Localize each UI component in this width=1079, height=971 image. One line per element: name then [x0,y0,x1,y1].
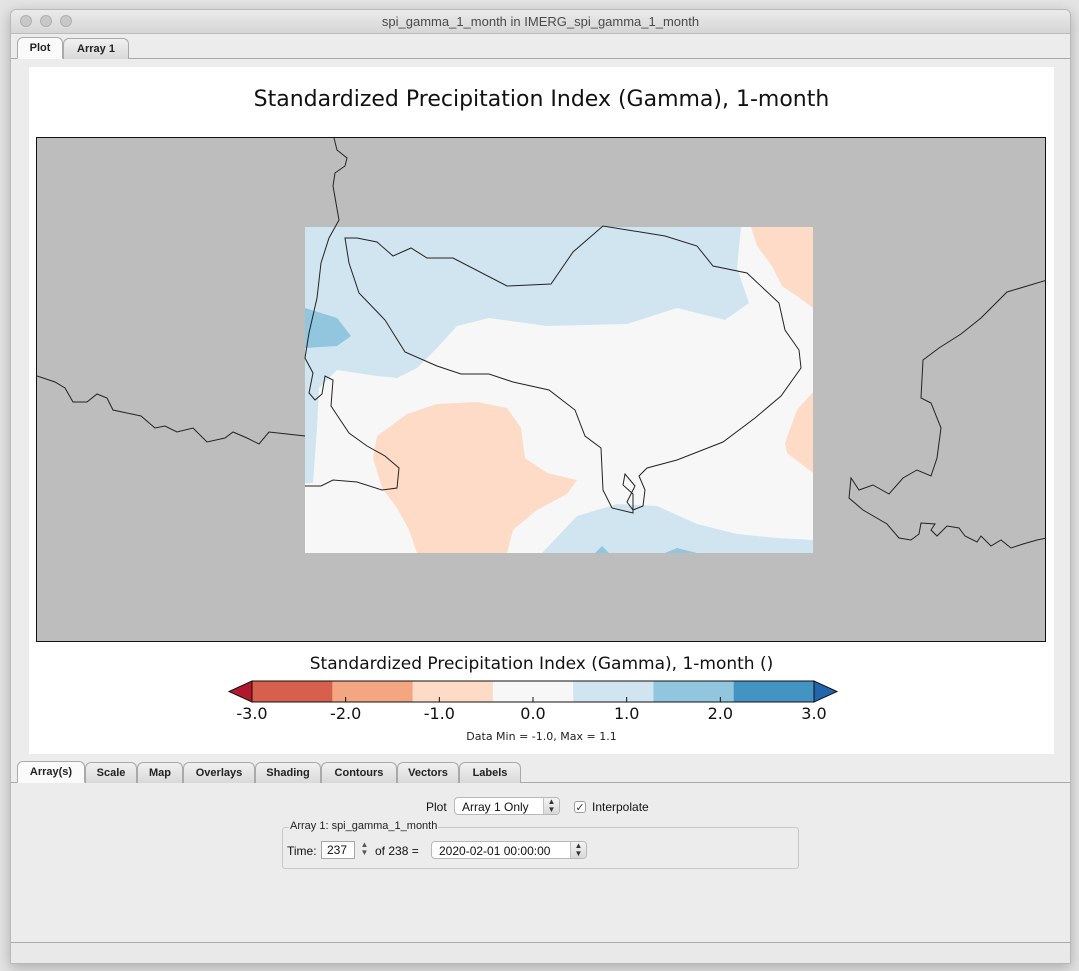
colorbar-tick-label: 1.0 [614,704,639,723]
time-label: Time: [287,844,317,858]
tab-contours[interactable]: Contours [321,762,397,783]
tab-arrays[interactable]: Array(s) [17,761,85,783]
data-region [305,227,813,553]
updown-arrows-icon: ▲ ▼ [570,842,586,858]
tab-plot[interactable]: Plot [17,37,63,59]
colorbar-segment [653,681,735,702]
time-index-field[interactable]: 237 [321,841,355,859]
time-value-select[interactable]: 2020-02-01 00:00:00 ▲ ▼ [431,841,587,859]
plot-title: Standardized Precipitation Index (Gamma)… [253,87,830,112]
tab-scale[interactable]: Scale [85,762,137,783]
colorbar-over-arrow [813,680,839,703]
colorbar-segment [252,681,333,702]
spi-map [37,138,1045,641]
title-bar: spi_gamma_1_month in IMERG_spi_gamma_1_m… [11,10,1070,34]
plot-mode-label: Plot [426,800,447,814]
top-tab-strip: Plot Array 1 [11,35,1070,59]
window-title: spi_gamma_1_month in IMERG_spi_gamma_1_m… [381,14,700,29]
data-range-label: Data Min = -1.0, Max = 1.1 [466,730,617,743]
tab-map[interactable]: Map [137,762,183,783]
tab-labels[interactable]: Labels [459,762,521,783]
colorbar-tick-label: 2.0 [708,704,733,723]
colorbar-tick-label: 3.0 [801,704,826,723]
array-1-group: Array 1: spi_gamma_1_month Time: 237 ▲ ▼ … [282,820,799,869]
status-bar [11,942,1070,963]
plot-area: Standardized Precipitation Index (Gamma)… [29,67,1054,754]
colorbar-under-arrow [227,680,253,703]
colorbar-segment [733,681,815,702]
plot-mode-select[interactable]: Array 1 Only ▲ ▼ [454,797,560,815]
interpolate-checkbox[interactable]: ✓ [574,801,586,814]
map-panel [36,137,1046,642]
updown-arrows-icon: ▲ ▼ [543,798,559,814]
tab-shading[interactable]: Shading [255,762,321,783]
colorbar: -3.0 -2.0 -1.0 0.0 1.0 2.0 3.0 [227,680,839,723]
app-window: spi_gamma_1_month in IMERG_spi_gamma_1_m… [10,9,1071,964]
tab-array-1[interactable]: Array 1 [63,38,129,59]
colorbar-segment [412,681,494,702]
interpolate-label: Interpolate [592,800,649,814]
tab-overlays[interactable]: Overlays [183,762,255,783]
array-group-title: Array 1: spi_gamma_1_month [289,820,439,832]
tab-vectors[interactable]: Vectors [397,762,459,783]
colorbar-tick-label: -2.0 [330,704,361,723]
colorbar-title: Standardized Precipitation Index (Gamma)… [309,654,774,674]
colorbar-segment [332,681,414,702]
time-stepper[interactable]: ▲ ▼ [359,841,370,859]
colorbar-tick-label: -1.0 [424,704,455,723]
control-tab-strip: Array(s) Scale Map Overlays Shading Cont… [11,759,1070,783]
colorbar-tick-label: -3.0 [236,704,267,723]
colorbar-segment [573,681,654,702]
time-count-label: of 238 = [375,844,419,858]
colorbar-tick-label: 0.0 [520,704,545,723]
